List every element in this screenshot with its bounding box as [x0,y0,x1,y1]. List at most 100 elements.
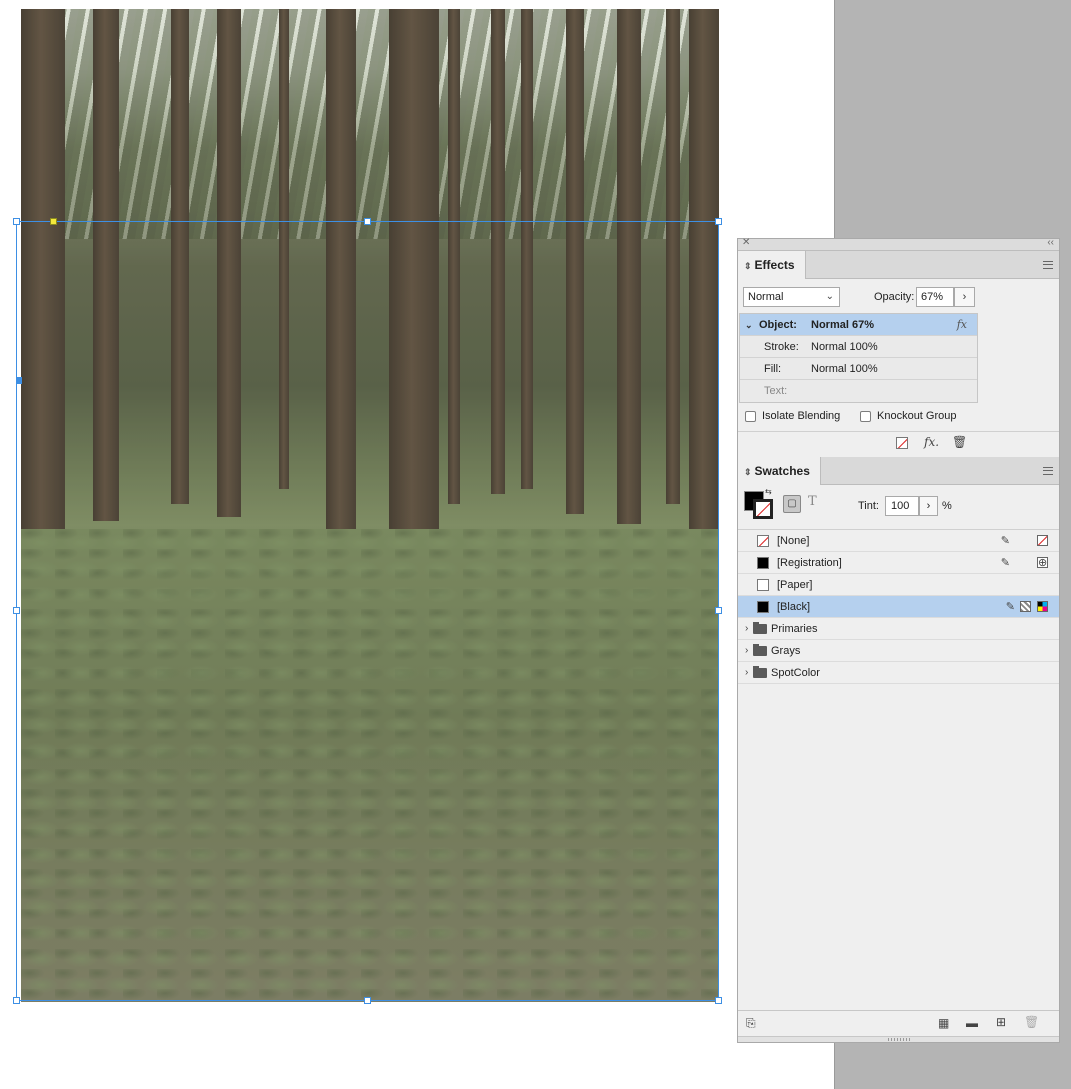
isolate-blending-checkbox[interactable] [745,411,756,422]
effects-row-text: Text: [740,380,977,402]
swatch-chip [757,579,769,591]
folder-icon [753,644,767,656]
updown-icon: ⇕ [744,261,752,271]
tab-swatches[interactable]: ⇕ Swatches [738,457,821,485]
fx-icon-glyph: fx [924,435,936,449]
swatch-group-grays[interactable]: › Grays [738,640,1059,662]
swatches-header: ⇆ ▢ T Tint: 100 › % [738,485,1059,529]
pencil-crossed-icon: ✎ [1005,601,1015,613]
tab-effects[interactable]: ⇕ Effects [738,251,806,279]
fx-icon[interactable]: fx. [924,435,939,449]
new-swatch-icon[interactable]: ⊞ [996,1015,1006,1029]
opacity-input[interactable]: 67% [916,287,954,307]
handle-top-right[interactable] [715,218,722,225]
effects-row-fill[interactable]: Fill: Normal 100% [740,358,977,380]
fx-icon: fx [956,318,967,331]
row-label: Object: [759,319,797,331]
handle-top-center[interactable] [364,218,371,225]
swatch-list: [None] ✎ [Registration] ✎ [Paper] [Black… [738,529,1059,684]
selection-frame[interactable] [16,221,719,1001]
isolate-blending-label: Isolate Blending [762,410,841,422]
effects-row-object[interactable]: ⌄ Object: Normal 67% fx [740,314,977,336]
handle-middle-left[interactable] [13,607,20,614]
swatches-tab-bar: ⇕ Swatches [738,457,1059,485]
panel-resize-grip[interactable] [738,1036,1059,1042]
tab-effects-label: Effects [754,258,795,272]
reference-point-marker [16,377,22,384]
tint-slider-button[interactable]: › [919,496,938,516]
blend-mode-value: Normal [748,291,784,303]
trash-icon[interactable]: 🗑 [1024,1015,1039,1029]
effects-swatches-panel: ✕ ‹‹ ⇕ Effects Normal ⌄ Opacity: 67% › ⌄ O… [737,237,1060,1043]
blend-mode-select[interactable]: Normal ⌄ [743,287,840,307]
opacity-label: Opacity: [874,291,915,303]
chevron-right-icon[interactable]: › [745,618,748,640]
swatches-footer: ⎘ ▦ ▬ ⊞ 🗑 [738,1010,1059,1036]
effects-footer: fx. 🗑 [738,431,1059,457]
effects-target-list: ⌄ Object: Normal 67% fx Stroke: Normal 1… [739,313,978,403]
hamburger-menu-icon[interactable] [1043,467,1053,475]
new-folder-icon[interactable]: ▬ [966,1016,978,1030]
swatch-group-primaries[interactable]: › Primaries [738,618,1059,640]
pencil-crossed-icon: ✎ [1000,557,1010,569]
handle-middle-right[interactable] [715,607,722,614]
swatch-black[interactable]: [Black] ✎ [738,596,1059,618]
swatch-registration[interactable]: [Registration] ✎ [738,552,1059,574]
swap-fill-stroke-icon[interactable]: ⇆ [765,487,772,496]
handle-bottom-left[interactable] [13,997,20,1004]
tint-label: Tint: [858,500,879,512]
process-color-icon [1020,601,1031,612]
pencil-crossed-icon: ✎ [1000,535,1010,547]
panel-title-bar[interactable]: ✕ ‹‹ [738,237,1059,251]
tab-swatches-label: Swatches [754,464,810,478]
swatch-group-spotcolor[interactable]: › SpotColor [738,662,1059,684]
row-value: Normal 100% [811,341,878,353]
swatch-view-icon[interactable]: ▦ [938,1016,949,1030]
chevron-down-icon: ⌄ [825,291,834,302]
swatch-none[interactable]: [None] ✎ [738,530,1059,552]
swatch-name: [Paper] [777,579,813,591]
handle-bottom-center[interactable] [364,997,371,1004]
swatch-chip [757,557,769,569]
row-label: Fill: [764,363,782,375]
collapse-icon[interactable]: ‹‹ [1047,237,1054,248]
row-value: Normal 100% [811,363,878,375]
chevron-right-icon[interactable]: › [745,662,748,684]
stroke-color-box[interactable] [753,499,773,519]
row-label: Stroke: [764,341,799,353]
swatch-chip [757,601,769,613]
hamburger-menu-icon[interactable] [1043,261,1053,269]
chevron-down-icon[interactable]: ⌄ [745,314,753,336]
opacity-slider-button[interactable]: › [954,287,975,307]
effects-row-stroke[interactable]: Stroke: Normal 100% [740,336,977,358]
load-swatches-icon[interactable]: ⎘ [746,1016,756,1031]
effects-tab-bar: ⇕ Effects [738,251,1059,279]
group-name: Grays [771,645,801,657]
clear-effects-icon[interactable] [896,437,908,449]
live-corner-handle[interactable] [50,218,57,225]
updown-icon: ⇕ [744,467,752,477]
group-name: Primaries [771,623,818,635]
trash-icon[interactable]: 🗑 [952,435,967,449]
effects-body: Normal ⌄ Opacity: 67% › ⌄ Object: Normal … [738,279,1059,457]
knockout-group-label: Knockout Group [877,410,957,422]
swatch-name: [Registration] [777,557,842,569]
tint-unit: % [942,500,952,512]
group-name: SpotColor [771,667,820,679]
handle-bottom-right[interactable] [715,997,722,1004]
row-value: Normal 67% [811,319,874,331]
cmyk-icon [1037,601,1048,612]
chevron-right-icon[interactable]: › [745,640,748,662]
swatch-name: [Black] [777,601,811,613]
document-canvas[interactable]: ✕ ‹‹ ⇕ Effects Normal ⌄ Opacity: 67% › ⌄ O… [0,0,1071,1089]
swatch-paper[interactable]: [Paper] [738,574,1059,596]
formatting-container-button[interactable]: ▢ [783,495,801,513]
tint-input[interactable]: 100 [885,496,919,516]
knockout-group-checkbox[interactable] [860,411,871,422]
swatch-name: [None] [777,535,810,547]
close-icon[interactable]: ✕ [742,237,750,248]
formatting-text-button[interactable]: T [808,494,817,509]
handle-top-left[interactable] [13,218,20,225]
folder-icon [753,666,767,678]
folder-icon [753,622,767,634]
